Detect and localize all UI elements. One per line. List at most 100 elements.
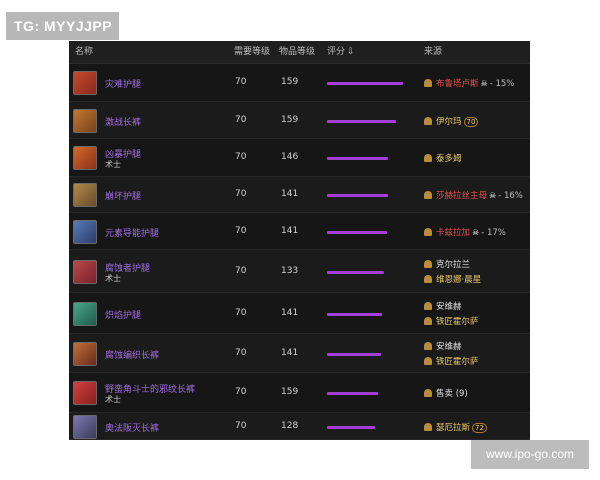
- source-entry[interactable]: 安维赫: [424, 300, 462, 312]
- source-name[interactable]: 泰多姆: [436, 154, 462, 164]
- req-level-value: 70: [235, 265, 247, 276]
- drop-chance: - 16%: [498, 191, 523, 201]
- item-level-value: 159: [281, 387, 299, 397]
- table-row[interactable]: 腐蚀者护腿 术士 70 133 克尔拉兰 维恩娜·晨星: [69, 250, 530, 293]
- score-bar: [327, 312, 382, 316]
- col-header-name[interactable]: 名称: [75, 41, 93, 63]
- item-icon[interactable]: [73, 381, 97, 405]
- skull-icon: ☠: [480, 79, 488, 88]
- item-icon[interactable]: [73, 219, 97, 244]
- source-entry[interactable]: 铁匠霍尔萨: [424, 355, 479, 367]
- npc-icon: [424, 422, 432, 431]
- source-name[interactable]: 安维赫: [436, 342, 462, 352]
- table-row[interactable]: 元素导能护腿 70 141 卡兹拉加 ☠ - 17%: [69, 213, 530, 250]
- npc-icon: [424, 79, 432, 87]
- level-badge: 72: [472, 422, 487, 433]
- item-icon[interactable]: [73, 259, 97, 284]
- col-header-req-level[interactable]: 需要等级: [234, 41, 270, 63]
- source-name[interactable]: 安维赫: [436, 302, 462, 312]
- item-name-link[interactable]: 炽焰护腿: [105, 308, 141, 321]
- item-name-link[interactable]: 奥法阪灭长裤: [105, 421, 159, 434]
- item-level-value: 159: [281, 114, 299, 125]
- table-row[interactable]: 凶暴护腿 术士 70 146 泰多姆: [69, 139, 530, 177]
- source-entry[interactable]: 伊尔玛 70: [424, 115, 479, 127]
- score-bar: [327, 230, 387, 234]
- table-row[interactable]: 奥法阪灭长裤 70 128 瑟厄拉斯 72: [69, 413, 530, 440]
- item-icon[interactable]: [73, 108, 97, 133]
- score-bar: [327, 352, 381, 356]
- score-bar: [327, 194, 388, 197]
- source-entry[interactable]: 瑟厄拉斯 72: [424, 421, 487, 433]
- table-row[interactable]: 炽焰护腿 70 141 安维赫铁匠霍尔萨: [69, 293, 530, 334]
- source-entry[interactable]: 克尔拉兰: [424, 258, 470, 270]
- col-header-score[interactable]: 评分 ⇩: [327, 41, 355, 63]
- source-entry[interactable]: 布鲁塔卢斯 ☠ - 15%: [424, 77, 514, 89]
- table-row[interactable]: 崩坏护腿 70 141 莎赫拉丝主母 ☠ - 16%: [69, 177, 530, 213]
- skull-icon: ☠: [489, 191, 497, 200]
- level-badge: 70: [463, 116, 479, 127]
- source-entry[interactable]: 维恩娜·晨星: [424, 273, 481, 285]
- source-entry[interactable]: 铁匠霍尔萨: [424, 315, 479, 327]
- item-class-label: 术士: [105, 160, 121, 169]
- table-row[interactable]: 野蛮角斗士的邪纹长裤 术士 70 159 售卖 (9): [69, 373, 530, 413]
- req-level-value: 70: [235, 114, 247, 125]
- item-icon[interactable]: [73, 183, 97, 207]
- col-header-item-level[interactable]: 物品等级: [279, 41, 315, 63]
- source-name[interactable]: 布鲁塔卢斯: [436, 79, 479, 89]
- table-row[interactable]: 激战长裤 70 159 伊尔玛 70: [69, 102, 530, 139]
- watermark-bottom: www.ipo-go.com: [471, 440, 589, 469]
- item-list-panel: 名称 需要等级 物品等级 评分 ⇩ 来源 灾难护腿 70 159 布鲁塔卢斯 ☠ - 15%…: [69, 41, 530, 440]
- npc-icon: [424, 227, 432, 236]
- npc-icon: [424, 259, 432, 268]
- req-level-value: 70: [235, 77, 247, 87]
- req-level-value: 70: [235, 307, 247, 318]
- source-entry[interactable]: 售卖 (9): [424, 387, 468, 399]
- drop-chance: - 17%: [481, 227, 506, 238]
- item-name-link[interactable]: 灾难护腿: [105, 77, 141, 90]
- item-name-link[interactable]: 激战长裤: [105, 115, 141, 128]
- score-bar: [327, 157, 388, 160]
- table-row[interactable]: 灾难护腿 70 159 布鲁塔卢斯 ☠ - 15%: [69, 64, 530, 102]
- item-level-value: 141: [281, 307, 299, 318]
- source-name[interactable]: 售卖: [436, 389, 453, 399]
- source-name[interactable]: 卡兹拉加: [436, 228, 470, 238]
- source-entry[interactable]: 莎赫拉丝主母 ☠ - 16%: [424, 189, 523, 201]
- source-name[interactable]: 维恩娜·晨星: [436, 275, 481, 285]
- watermark-top: TG: MYYJJPP: [6, 12, 119, 40]
- item-name-link[interactable]: 崩坏护腿: [105, 189, 141, 202]
- source-entry[interactable]: 卡兹拉加 ☠ - 17%: [424, 226, 506, 238]
- item-icon[interactable]: [73, 146, 97, 170]
- col-header-source[interactable]: 来源: [424, 41, 442, 63]
- npc-icon: [424, 389, 432, 397]
- source-name[interactable]: 莎赫拉丝主母: [436, 191, 487, 201]
- skull-icon: ☠: [472, 227, 480, 237]
- item-icon[interactable]: [73, 341, 97, 366]
- item-name-link[interactable]: 腐蚀编织长裤: [105, 348, 159, 361]
- score-bar: [327, 82, 403, 85]
- source-name[interactable]: 铁匠霍尔萨: [436, 317, 479, 327]
- item-icon[interactable]: [73, 414, 97, 439]
- item-icon[interactable]: [73, 71, 97, 95]
- source-entry[interactable]: 泰多姆: [424, 152, 462, 164]
- npc-icon: [424, 341, 432, 350]
- item-level-value: 128: [281, 420, 299, 431]
- npc-icon: [424, 274, 432, 283]
- item-level-value: 141: [281, 225, 299, 236]
- source-entry[interactable]: 安维赫: [424, 340, 462, 352]
- source-name[interactable]: 克尔拉兰: [436, 260, 470, 270]
- item-icon[interactable]: [73, 301, 97, 326]
- npc-icon: [424, 154, 432, 162]
- req-level-value: 70: [235, 420, 247, 431]
- req-level-value: 70: [235, 387, 247, 397]
- item-level-value: 141: [281, 347, 299, 358]
- npc-icon: [424, 191, 432, 199]
- req-level-value: 70: [235, 225, 247, 236]
- npc-icon: [424, 116, 432, 125]
- source-name[interactable]: 铁匠霍尔萨: [436, 357, 479, 367]
- source-count: (9): [453, 389, 468, 399]
- item-name-link[interactable]: 元素导能护腿: [105, 226, 159, 239]
- npc-icon: [424, 316, 432, 325]
- source-name[interactable]: 伊尔玛: [436, 117, 462, 127]
- source-name[interactable]: 瑟厄拉斯: [436, 423, 470, 433]
- table-row[interactable]: 腐蚀编织长裤 70 141 安维赫 铁匠霍尔萨: [69, 334, 530, 373]
